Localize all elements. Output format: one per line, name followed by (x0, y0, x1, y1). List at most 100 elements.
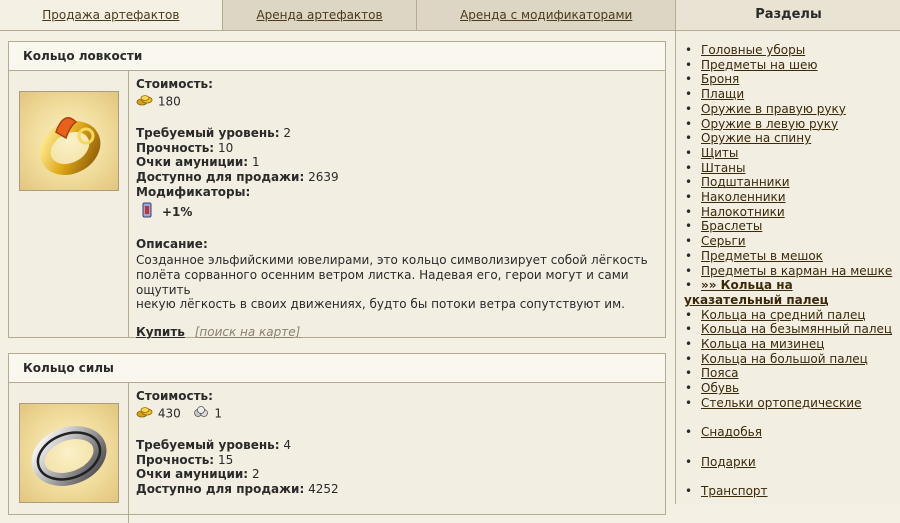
ammo-value: 2 (251, 467, 260, 482)
cost-label: Стоимость: (136, 77, 213, 91)
buy-link[interactable]: Купить (136, 325, 185, 339)
section-link[interactable]: Кольца на мизинец (701, 337, 824, 351)
section-link[interactable]: Головные уборы (701, 43, 805, 57)
section-link[interactable]: Кольца на безымянный палец (701, 322, 892, 336)
ammo-label: Очки амуниции: (136, 467, 249, 482)
section-link[interactable]: Подштанники (701, 175, 790, 189)
section-item: Оружие в левую руку (684, 117, 900, 132)
section-item: Браслеты (684, 219, 900, 234)
durability-value: 10 (217, 140, 234, 155)
item-image-silver-ring[interactable] (19, 403, 119, 503)
section-link[interactable]: Подарки (701, 455, 756, 469)
ammo-value: 1 (251, 155, 260, 170)
section-link[interactable]: Серьги (701, 234, 746, 248)
level-label: Требуемый уровень: (136, 126, 280, 141)
cost-label: Стоимость: (136, 389, 213, 403)
dexterity-modifier-icon (142, 202, 152, 222)
section-link-current[interactable]: »» Кольца на (701, 278, 793, 292)
section-item: Подштанники (684, 175, 900, 190)
level-value: 2 (283, 126, 292, 141)
section-item: Щиты (684, 146, 900, 161)
section-item: Транспорт (684, 484, 900, 499)
section-item-current: »» Кольца на (684, 278, 900, 293)
gold-price: 180 (157, 93, 181, 108)
section-link[interactable]: Оружие на спину (701, 131, 811, 145)
section-item: Плащи (684, 87, 900, 102)
section-item-current-cont: указательный палец (684, 293, 900, 308)
modifiers-label: Модификаторы: (136, 184, 251, 199)
section-link[interactable]: Оружие в правую руку (701, 102, 846, 116)
ammo-label: Очки амуниции: (136, 155, 249, 170)
section-item: Подарки (684, 455, 900, 470)
section-link[interactable]: Плащи (701, 87, 744, 101)
gold-icon (136, 406, 154, 422)
section-link[interactable]: Предметы на шею (701, 58, 818, 72)
durability-label: Прочность: (136, 140, 215, 155)
section-item: Кольца на средний палец (684, 308, 900, 323)
sections-title: Разделы (676, 0, 900, 31)
map-search-link[interactable]: [поиск на карте] (195, 325, 301, 339)
section-item: Обувь (684, 381, 900, 396)
section-link[interactable]: Щиты (701, 146, 738, 160)
section-item: Броня (684, 72, 900, 87)
section-item: Кольца на мизинец (684, 337, 900, 352)
item-card: Кольцо ловкости Стоимость: 180 Требуемый… (8, 41, 666, 339)
section-item: Серьги (684, 234, 900, 249)
section-item: Снадобья (684, 425, 900, 440)
available-value: 2639 (308, 169, 339, 184)
section-link[interactable]: Оружие в левую руку (701, 117, 838, 131)
section-item: Кольца на большой палец (684, 352, 900, 367)
section-item: Предметы в карман на мешке (684, 264, 900, 279)
section-item: Стельки ортопедические (684, 396, 900, 411)
section-item: Пояса (684, 366, 900, 381)
section-item: Штаны (684, 161, 900, 176)
item-card: Кольцо силы Стоимость: 430 1 Требуемый у… (8, 353, 666, 523)
section-link[interactable]: Кольца на большой палец (701, 352, 868, 366)
ring-icon (31, 426, 107, 486)
section-item: Оружие в правую руку (684, 102, 900, 117)
section-item: Налокотники (684, 205, 900, 220)
item-title: Кольцо ловкости (9, 42, 665, 71)
tab-rent-modifiers[interactable]: Аренда с модификаторами (417, 0, 676, 30)
tab-sale[interactable]: Продажа артефактов (0, 0, 223, 30)
tabs: Продажа артефактов Аренда артефактов Аре… (0, 0, 676, 31)
modifier-value: +1% (162, 204, 193, 219)
tab-rent[interactable]: Аренда артефактов (222, 0, 418, 30)
silver-icon (193, 405, 211, 422)
section-item: Предметы на шею (684, 58, 900, 73)
section-link[interactable]: Предметы в карман на мешке (701, 264, 892, 278)
section-link-current[interactable]: указательный палец (684, 293, 829, 307)
section-link[interactable]: Налокотники (701, 205, 785, 219)
section-link[interactable]: Пояса (701, 366, 739, 380)
sections-list: Головные уборы Предметы на шею Броня Пла… (676, 31, 900, 499)
ring-icon (39, 117, 101, 175)
sections-panel: Разделы Головные уборы Предметы на шею Б… (675, 0, 900, 504)
item-image-gold-ring[interactable] (19, 91, 119, 191)
gold-price: 430 (157, 405, 181, 420)
available-value: 4252 (308, 481, 339, 496)
section-link[interactable]: Броня (701, 72, 739, 86)
section-link[interactable]: Браслеты (701, 219, 762, 233)
section-link[interactable]: Обувь (701, 381, 739, 395)
content-area: Продажа артефактов Аренда артефактов Аре… (0, 0, 676, 523)
section-link[interactable]: Снадобья (701, 425, 762, 439)
section-link[interactable]: Кольца на средний палец (701, 308, 866, 322)
gold-icon (136, 94, 154, 110)
section-link[interactable]: Наколенники (701, 190, 786, 204)
section-link[interactable]: Предметы в мешок (701, 249, 823, 263)
section-item: Предметы в мешок (684, 249, 900, 264)
silver-price: 1 (214, 405, 223, 420)
level-label: Требуемый уровень: (136, 438, 280, 453)
section-link[interactable]: Транспорт (701, 484, 768, 498)
section-item: Оружие на спину (684, 131, 900, 146)
section-item: Наколенники (684, 190, 900, 205)
section-link[interactable]: Штаны (701, 161, 746, 175)
available-label: Доступно для продажи: (136, 481, 305, 496)
durability-label: Прочность: (136, 452, 215, 467)
section-item: Кольца на безымянный палец (684, 322, 900, 337)
available-label: Доступно для продажи: (136, 169, 305, 184)
section-item: Головные уборы (684, 43, 900, 58)
description-text: Созданное эльфийскими ювелирами, это кол… (136, 253, 648, 312)
section-link[interactable]: Стельки ортопедические (701, 396, 861, 410)
level-value: 4 (283, 438, 292, 453)
